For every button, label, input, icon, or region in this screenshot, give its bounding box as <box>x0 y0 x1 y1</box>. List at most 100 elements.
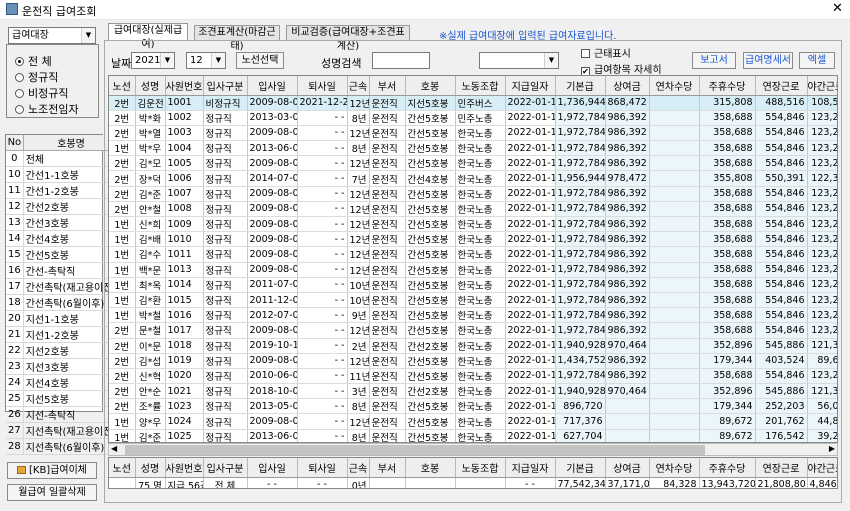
column-header[interactable]: 연차수당 <box>649 458 700 478</box>
route-list-item[interactable]: 24 지선4호봉 <box>6 374 120 391</box>
route-list-item[interactable]: 18 간선촉탁(6월이후) <box>6 294 120 311</box>
radio-irregular[interactable]: 비정규직 <box>15 85 68 101</box>
route-list-item[interactable]: 11 간선1-2호봉 <box>6 182 120 199</box>
excel-button[interactable]: 엑셀 <box>799 52 835 69</box>
detail-checkbox[interactable]: ✔ 급여항목 자세히 <box>581 61 662 76</box>
route-list-item[interactable]: 26 지선-촉탁직 <box>6 406 120 423</box>
route-list-item[interactable]: 13 간선3호봉 <box>6 214 120 231</box>
column-header[interactable]: 사원번호 <box>165 458 204 478</box>
column-header[interactable]: 상여금 <box>605 76 650 96</box>
route-list-item[interactable]: 17 간선촉탁(재고용이전) <box>6 278 120 295</box>
report-button[interactable]: 보고서 <box>692 52 736 69</box>
column-header[interactable]: 성명 <box>135 76 166 96</box>
route-list-item[interactable]: 10 간선1-1호봉 <box>6 166 120 183</box>
column-header[interactable]: 노동조합 <box>455 458 506 478</box>
table-row[interactable]: 2번신*혁1020정규직2010-06-09- -11년운전직간선5호봉한국노총… <box>109 368 837 385</box>
name-search-input[interactable] <box>372 52 430 69</box>
radio-regular[interactable]: 정규직 <box>15 69 58 85</box>
column-header[interactable]: 호봉 <box>405 458 456 478</box>
column-header[interactable]: 야간근로 <box>807 458 837 478</box>
column-header[interactable]: 기본급 <box>555 76 606 96</box>
route-list-item[interactable]: 14 간선4호봉 <box>6 230 120 247</box>
column-header[interactable]: 지급일자 <box>505 458 556 478</box>
route-list-item[interactable]: 25 지선5호봉 <box>6 390 120 407</box>
column-header[interactable]: 부서 <box>369 458 406 478</box>
scroll-right-icon[interactable]: ▶ <box>829 444 835 453</box>
close-icon[interactable]: ✕ <box>832 1 843 16</box>
column-header[interactable]: 퇴사일 <box>297 76 348 96</box>
table-row[interactable]: 1번양*우1024정규직2009-08-01- -12년운전직간선5호봉한국노총… <box>109 413 837 430</box>
table-row[interactable]: 2번박*화1002정규직2013-03-01- -8년운전직간선5호봉민주노총2… <box>109 110 837 126</box>
table-row[interactable]: 1번김*환1015정규직2011-12-01- -10년운전직간선5호봉한국노총… <box>109 292 837 309</box>
scroll-thumb[interactable] <box>125 445 705 455</box>
route-select-button[interactable]: 노선선택 <box>236 52 284 69</box>
column-header[interactable]: 주휴수당 <box>699 76 756 96</box>
table-row[interactable]: 2번장*덕1006정규직2014-07-01- -7년운전직간선4호봉한국노총2… <box>109 170 837 187</box>
column-header[interactable]: 노동조합 <box>455 76 506 96</box>
month-select[interactable]: 12 ▼ <box>186 52 226 69</box>
table-row[interactable]: 1번박*철1016정규직2012-07-01- -9년운전직간선5호봉한국노총2… <box>109 307 837 324</box>
column-header[interactable]: 주휴수당 <box>699 458 756 478</box>
column-header[interactable]: 근속 <box>347 76 370 96</box>
column-header[interactable]: 기본급 <box>555 458 606 478</box>
table-row[interactable]: 2번이*문1018정규직2019-10-15- -2년운전직간선2호봉한국노총2… <box>109 338 837 354</box>
table-row[interactable]: 2번김*준1007정규직2009-08-01- -12년운전직간선5호봉한국노총… <box>109 186 837 202</box>
table-row[interactable]: 1번박*우1004정규직2013-06-01- -8년운전직간선5호봉한국노총2… <box>109 140 837 157</box>
table-row[interactable]: 2번안*순1021정규직2018-10-01- -3년운전직간선2호봉한국노총2… <box>109 383 837 400</box>
column-header[interactable]: 입사일 <box>247 458 298 478</box>
column-header[interactable]: 사원번호 <box>165 76 204 96</box>
column-header[interactable]: 입사구분 <box>203 76 248 96</box>
table-row[interactable]: 1번신*희1009정규직2009-08-01- -12년운전직간선5호봉한국노총… <box>109 216 837 233</box>
column-header[interactable]: 노선 <box>109 76 136 96</box>
radio-all[interactable]: 전 체 <box>15 53 52 69</box>
table-row[interactable]: 2번문*철1017정규직2009-08-01- -12년운전직간선5호봉한국노총… <box>109 322 837 339</box>
horizontal-scrollbar[interactable]: ◀ ▶ <box>108 443 838 456</box>
radio-union[interactable]: 노조전임자 <box>15 101 79 117</box>
table-row[interactable]: 2번김*섭1019정규직2009-08-01- -12년운전직간선5호봉한국노총… <box>109 353 837 369</box>
tab-lookup[interactable]: 조견표계산(마감근태) <box>194 25 280 52</box>
route-list-item[interactable]: 23 지선3호봉 <box>6 358 120 375</box>
kb-transfer-button[interactable]: [KB]급여이체 <box>7 462 97 479</box>
table-row[interactable]: 1번김*배1010정규직2009-08-01- -12년운전직간선5호봉한국노총… <box>109 231 837 248</box>
column-header[interactable]: 부서 <box>369 76 406 96</box>
scroll-left-icon[interactable]: ◀ <box>111 444 117 453</box>
route-list-item[interactable]: 22 지선2호봉 <box>6 342 120 359</box>
payroll-grid[interactable]: 노선 성명 사원번호 입사구분 입사일 퇴사일 근속 부서 호봉 노동조합 지급일자 기본급 상여금 연차… <box>108 75 838 443</box>
table-row[interactable]: 2번김운전1001비정규직2009-08-012021-12-2812년운전직지… <box>109 95 837 111</box>
column-header[interactable]: 상여금 <box>605 458 650 478</box>
column-header[interactable]: 호봉 <box>405 76 456 96</box>
column-header[interactable]: 야간근로 <box>807 76 837 96</box>
column-header[interactable]: 지급일자 <box>505 76 556 96</box>
table-row[interactable]: 1번백*문1013정규직2009-08-01- -12년운전직간선5호봉한국노총… <box>109 262 837 278</box>
table-row[interactable]: 2번조*률1023정규직2013-05-01- -8년운전직간선5호봉한국노총2… <box>109 398 837 415</box>
bulk-delete-button[interactable]: 월급여 일괄삭제 <box>7 484 97 501</box>
type-select[interactable]: 급여대장 ▼ <box>8 27 96 44</box>
column-header[interactable]: 노선 <box>109 458 136 478</box>
route-list-item[interactable]: 21 지선1-2호봉 <box>6 326 120 343</box>
column-header[interactable]: 연차수당 <box>649 76 700 96</box>
route-list-item[interactable]: 28 지선촉탁(6월이후) <box>6 438 120 455</box>
tab-payroll[interactable]: 급여대장(실제급여) <box>108 23 188 50</box>
column-header[interactable]: 근속 <box>347 458 370 478</box>
route-list-item[interactable]: 16 간선-촉탁직 <box>6 262 120 279</box>
column-header[interactable]: 입사구분 <box>203 458 248 478</box>
column-header[interactable]: 성명 <box>135 458 166 478</box>
route-list-item[interactable]: 27 지선촉탁(재고용이전) <box>6 422 120 439</box>
table-row[interactable]: 2번박*열1003정규직2009-08-01- -12년운전직간선5호봉한국노총… <box>109 125 837 142</box>
table-row[interactable]: 1번김*수1011정규직2009-08-01- -12년운전직간선5호봉한국노총… <box>109 246 837 263</box>
table-row[interactable]: 1번최*옥1014정규직2011-07-01- -10년운전직간선5호봉한국노총… <box>109 277 837 293</box>
statement-button[interactable]: 급여명세서 <box>743 52 793 69</box>
route-list-item[interactable]: 15 간선5호봉 <box>6 246 120 263</box>
year-select[interactable]: 2021 ▼ <box>131 52 175 69</box>
route-list[interactable]: No 호봉명 0 전체 10 간선1-1호봉 11 간선1-2호봉 12 간선2호봉 13 간선3… <box>5 134 120 455</box>
column-header[interactable]: 연장근로 <box>755 458 808 478</box>
column-header[interactable]: 입사일 <box>247 76 298 96</box>
column-header[interactable]: 연장근로 <box>755 76 808 96</box>
table-row[interactable]: 2번김*모1005정규직2009-08-01- -12년운전직간선5호봉한국노총… <box>109 155 837 172</box>
route-list-item[interactable]: 20 지선1-1호봉 <box>6 310 120 327</box>
attendance-checkbox[interactable]: 근태표시 <box>581 45 631 60</box>
tab-compare[interactable]: 비교검증(급여대장+조견표계산) <box>286 25 410 52</box>
route-list-item[interactable]: 0 전체 <box>6 150 120 167</box>
route-list-item[interactable]: 12 간선2호봉 <box>6 198 120 215</box>
column-header[interactable]: 퇴사일 <box>297 458 348 478</box>
